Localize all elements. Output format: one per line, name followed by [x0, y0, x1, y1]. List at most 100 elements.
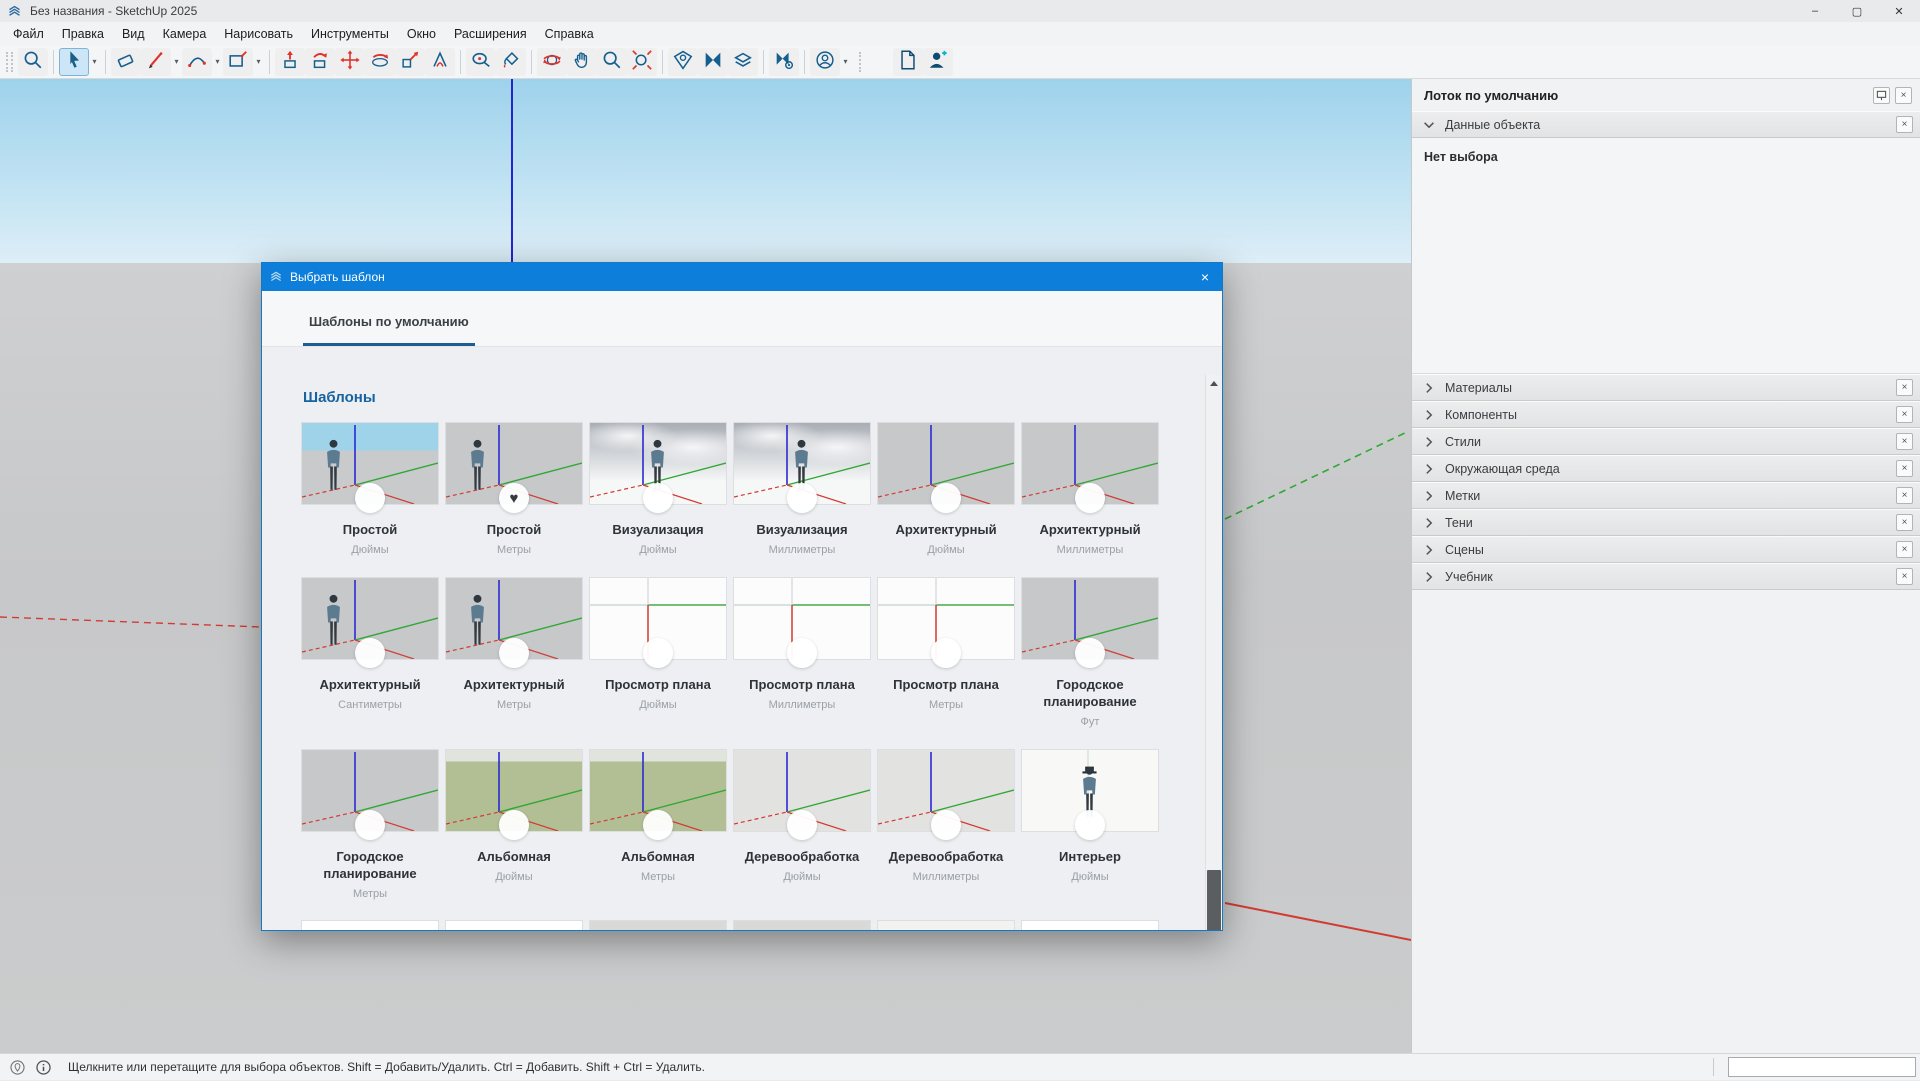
- template-card[interactable]: ♥ПростойМетры: [446, 423, 582, 556]
- scale-button[interactable]: [395, 48, 425, 76]
- tray-section-close-button[interactable]: ×: [1896, 460, 1913, 477]
- template-card[interactable]: ПростойДюймы: [302, 423, 438, 556]
- close-button[interactable]: ✕: [1878, 0, 1920, 22]
- menu-item-5[interactable]: Инструменты: [302, 24, 398, 44]
- tray-section-header[interactable]: Окружающая среда×: [1412, 455, 1920, 482]
- tray-section-header[interactable]: Учебник×: [1412, 563, 1920, 590]
- template-card[interactable]: ДеревообработкаДюймы: [734, 750, 870, 883]
- favorite-button[interactable]: [1075, 810, 1105, 840]
- favorite-button[interactable]: [1075, 638, 1105, 668]
- offset-button[interactable]: [425, 48, 455, 76]
- dialog-scrollbar[interactable]: [1205, 375, 1222, 931]
- menu-item-3[interactable]: Камера: [154, 24, 216, 44]
- zoom-extents-button[interactable]: [627, 48, 657, 76]
- pencil-button[interactable]: [141, 48, 171, 76]
- section-cuts-button[interactable]: [698, 48, 728, 76]
- dropdown-caret-icon[interactable]: ▾: [840, 48, 851, 76]
- account-button[interactable]: [810, 48, 840, 76]
- menu-item-7[interactable]: Расширения: [445, 24, 536, 44]
- tray-section-close-button[interactable]: ×: [1896, 568, 1913, 585]
- template-card[interactable]: ВизуализацияДюймы: [590, 423, 726, 556]
- rectangle-button[interactable]: [223, 48, 253, 76]
- dropdown-caret-icon[interactable]: ▾: [253, 48, 264, 76]
- favorite-button[interactable]: [787, 810, 817, 840]
- favorite-button[interactable]: [499, 810, 529, 840]
- menu-item-8[interactable]: Справка: [536, 24, 603, 44]
- tray-close-button[interactable]: ×: [1895, 87, 1912, 104]
- template-card[interactable]: АрхитектурныйДюймы: [878, 423, 1014, 556]
- favorite-button[interactable]: [355, 483, 385, 513]
- template-card[interactable]: АрхитектурныйСантиметры: [302, 578, 438, 711]
- new-document-button[interactable]: [893, 48, 923, 76]
- tray-section-header[interactable]: Материалы×: [1412, 374, 1920, 401]
- select-button[interactable]: [59, 48, 89, 76]
- tray-section-header[interactable]: Метки×: [1412, 482, 1920, 509]
- dropdown-caret-icon[interactable]: ▾: [89, 48, 100, 76]
- tray-section-close-button[interactable]: ×: [1896, 541, 1913, 558]
- pan-button[interactable]: [567, 48, 597, 76]
- dialog-close-button[interactable]: ×: [1188, 263, 1222, 291]
- push-pull-button[interactable]: [275, 48, 305, 76]
- tray-section-close-button[interactable]: ×: [1896, 433, 1913, 450]
- classifier-button[interactable]: [769, 48, 799, 76]
- orbit-button[interactable]: [537, 48, 567, 76]
- tray-section-header[interactable]: Стили×: [1412, 428, 1920, 455]
- template-card[interactable]: Просмотр планаДюймы: [590, 578, 726, 711]
- follow-me-button[interactable]: [305, 48, 335, 76]
- template-card[interactable]: Городское планированиеФут: [1022, 578, 1158, 728]
- eraser-button[interactable]: [111, 48, 141, 76]
- template-card[interactable]: ВизуализацияМиллиметры: [734, 423, 870, 556]
- template-card[interactable]: ИнтерьерДюймы: [1022, 750, 1158, 883]
- favorite-button[interactable]: [643, 483, 673, 513]
- menu-item-4[interactable]: Нарисовать: [215, 24, 302, 44]
- rotate-button[interactable]: [365, 48, 395, 76]
- toolbar-grip[interactable]: [859, 52, 885, 72]
- favorite-button[interactable]: [643, 638, 673, 668]
- favorite-button[interactable]: [787, 483, 817, 513]
- template-card[interactable]: Просмотр планаМетры: [878, 578, 1014, 711]
- maximize-button[interactable]: ▢: [1836, 0, 1878, 22]
- template-card[interactable]: ДеревообработкаМиллиметры: [878, 750, 1014, 883]
- tab-default-templates[interactable]: Шаблоны по умолчанию: [303, 314, 475, 346]
- template-card[interactable]: АльбомнаяДюймы: [446, 750, 582, 883]
- tray-section-header[interactable]: Сцены×: [1412, 536, 1920, 563]
- favorite-button[interactable]: [931, 638, 961, 668]
- tray-section-close-button[interactable]: ×: [1896, 406, 1913, 423]
- favorite-button[interactable]: [787, 638, 817, 668]
- tray-section-close-button[interactable]: ×: [1896, 487, 1913, 504]
- dropdown-caret-icon[interactable]: ▾: [171, 48, 182, 76]
- section-display-button[interactable]: [728, 48, 758, 76]
- move-button[interactable]: [335, 48, 365, 76]
- scrollbar-thumb[interactable]: [1207, 870, 1221, 931]
- tray-section-header[interactable]: Тени×: [1412, 509, 1920, 536]
- template-card[interactable]: АрхитектурныйМиллиметры: [1022, 423, 1158, 556]
- favorite-button[interactable]: [355, 638, 385, 668]
- paint-bucket-button[interactable]: [496, 48, 526, 76]
- favorite-button[interactable]: [1075, 483, 1105, 513]
- dropdown-caret-icon[interactable]: ▾: [212, 48, 223, 76]
- minimize-button[interactable]: –: [1794, 0, 1836, 22]
- tray-pin-button[interactable]: [1873, 87, 1890, 104]
- measurements-input[interactable]: [1728, 1057, 1916, 1077]
- template-card[interactable]: Городское планированиеМетры: [302, 750, 438, 900]
- favorite-button[interactable]: [931, 810, 961, 840]
- tape-measure-button[interactable]: [466, 48, 496, 76]
- section-plane-button[interactable]: [668, 48, 698, 76]
- search-button[interactable]: [18, 48, 48, 76]
- menu-item-1[interactable]: Правка: [53, 24, 113, 44]
- add-person-button[interactable]: [923, 48, 953, 76]
- menu-item-2[interactable]: Вид: [113, 24, 154, 44]
- zoom-button[interactable]: [597, 48, 627, 76]
- favorite-button[interactable]: [499, 638, 529, 668]
- menu-item-0[interactable]: Файл: [4, 24, 53, 44]
- tray-section-header[interactable]: Компоненты×: [1412, 401, 1920, 428]
- favorite-button[interactable]: [355, 810, 385, 840]
- geolocation-icon[interactable]: [9, 1059, 26, 1076]
- tray-section-close-button[interactable]: ×: [1896, 514, 1913, 531]
- info-icon[interactable]: [35, 1059, 52, 1076]
- tray-section-header[interactable]: Данные объекта×: [1412, 111, 1920, 138]
- favorite-button[interactable]: [643, 810, 673, 840]
- template-card[interactable]: АльбомнаяМетры: [590, 750, 726, 883]
- favorite-button[interactable]: [931, 483, 961, 513]
- tray-section-close-button[interactable]: ×: [1896, 116, 1913, 133]
